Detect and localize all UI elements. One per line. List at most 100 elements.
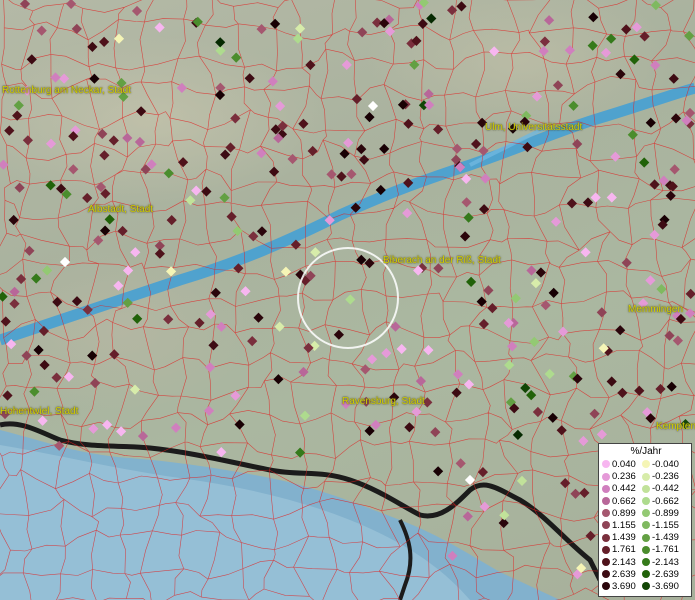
data-point — [298, 366, 309, 378]
data-point — [402, 208, 413, 219]
legend-value: 0.899 — [612, 507, 636, 519]
data-point — [544, 15, 555, 26]
legend-item-negative: -2.639 — [642, 569, 679, 581]
data-point — [22, 135, 33, 146]
data-point — [240, 286, 251, 297]
map-view[interactable]: Rottenburg am Neckar, Stadt Ulm, Univers… — [0, 0, 695, 600]
data-point — [384, 26, 396, 37]
data-point — [566, 198, 577, 209]
data-point — [275, 101, 286, 112]
place-label-albstadt: Albstadt, Stadt — [88, 204, 154, 215]
data-point — [356, 144, 367, 155]
data-point — [178, 157, 189, 168]
data-point — [194, 317, 205, 328]
data-point — [463, 379, 475, 390]
legend-item-negative: -0.040 — [642, 459, 679, 471]
data-point — [529, 336, 540, 347]
data-point — [650, 0, 661, 11]
data-point — [460, 231, 471, 242]
legend-value: 1.155 — [612, 520, 636, 531]
data-point — [580, 247, 591, 258]
data-point — [154, 248, 165, 259]
data-point — [579, 487, 590, 498]
data-point — [269, 166, 280, 177]
data-point — [430, 427, 441, 438]
data-point — [558, 326, 569, 337]
data-point — [163, 168, 174, 179]
legend-title: %/Jahr — [630, 446, 662, 457]
legend-swatch — [602, 582, 610, 591]
data-point — [295, 23, 306, 34]
data-point — [552, 80, 564, 91]
data-point — [364, 112, 375, 123]
data-point — [166, 266, 177, 277]
data-point — [621, 257, 632, 268]
data-point — [572, 138, 583, 150]
data-point — [588, 12, 599, 23]
data-point — [615, 325, 626, 336]
data-point — [59, 73, 70, 84]
legend-swatch — [642, 570, 650, 579]
data-point — [550, 216, 562, 227]
data-point — [26, 54, 37, 65]
data-point — [539, 36, 550, 47]
data-point — [535, 267, 546, 278]
data-point — [216, 321, 227, 332]
data-point — [247, 336, 258, 347]
legend-item-positive: 0.662 — [602, 496, 636, 508]
data-point — [326, 169, 337, 180]
legend-swatch — [602, 521, 610, 530]
data-point — [274, 321, 285, 332]
legend-item-positive: 1.761 — [602, 544, 636, 556]
data-point — [346, 169, 357, 180]
data-point — [24, 245, 35, 256]
data-point — [170, 422, 182, 433]
data-point — [137, 431, 149, 442]
legend-value: 0.236 — [612, 471, 636, 483]
legend-item-negative: -0.442 — [642, 483, 679, 495]
data-point — [220, 149, 231, 160]
data-point — [379, 143, 390, 154]
data-point — [587, 40, 598, 51]
data-point — [463, 212, 474, 223]
data-point — [639, 157, 650, 168]
legend-swatch — [642, 460, 650, 469]
data-point — [596, 429, 607, 440]
data-point — [471, 138, 482, 150]
legend-swatch — [642, 509, 650, 518]
legend-value: -1.761 — [652, 544, 679, 556]
data-point — [63, 371, 74, 382]
data-point — [585, 530, 596, 541]
data-point — [295, 447, 306, 458]
data-point — [655, 383, 666, 395]
data-point — [341, 59, 352, 70]
data-point — [483, 285, 494, 296]
data-point — [71, 23, 82, 34]
legend-item-positive: 1.155 — [602, 520, 636, 532]
data-point — [504, 360, 515, 371]
data-point — [234, 419, 245, 430]
data-point — [629, 54, 640, 65]
legend-swatch — [642, 484, 650, 493]
legend-value: 0.040 — [612, 459, 636, 470]
data-point — [45, 138, 57, 149]
data-point — [357, 27, 368, 38]
legend-swatch — [642, 545, 650, 554]
data-point — [270, 18, 281, 29]
data-point — [82, 192, 93, 204]
data-point — [232, 225, 243, 237]
data-point — [208, 340, 219, 351]
data-point — [548, 287, 559, 298]
data-point — [645, 117, 656, 128]
data-point — [248, 231, 259, 242]
data-point — [526, 265, 537, 276]
legend-swatch — [642, 558, 650, 567]
data-point — [104, 214, 115, 225]
data-point — [666, 381, 677, 392]
legend-swatch — [602, 509, 610, 518]
data-point — [656, 284, 667, 295]
data-point — [540, 300, 551, 311]
data-point — [90, 378, 101, 389]
data-point — [39, 359, 50, 371]
legend-swatch — [602, 497, 610, 506]
